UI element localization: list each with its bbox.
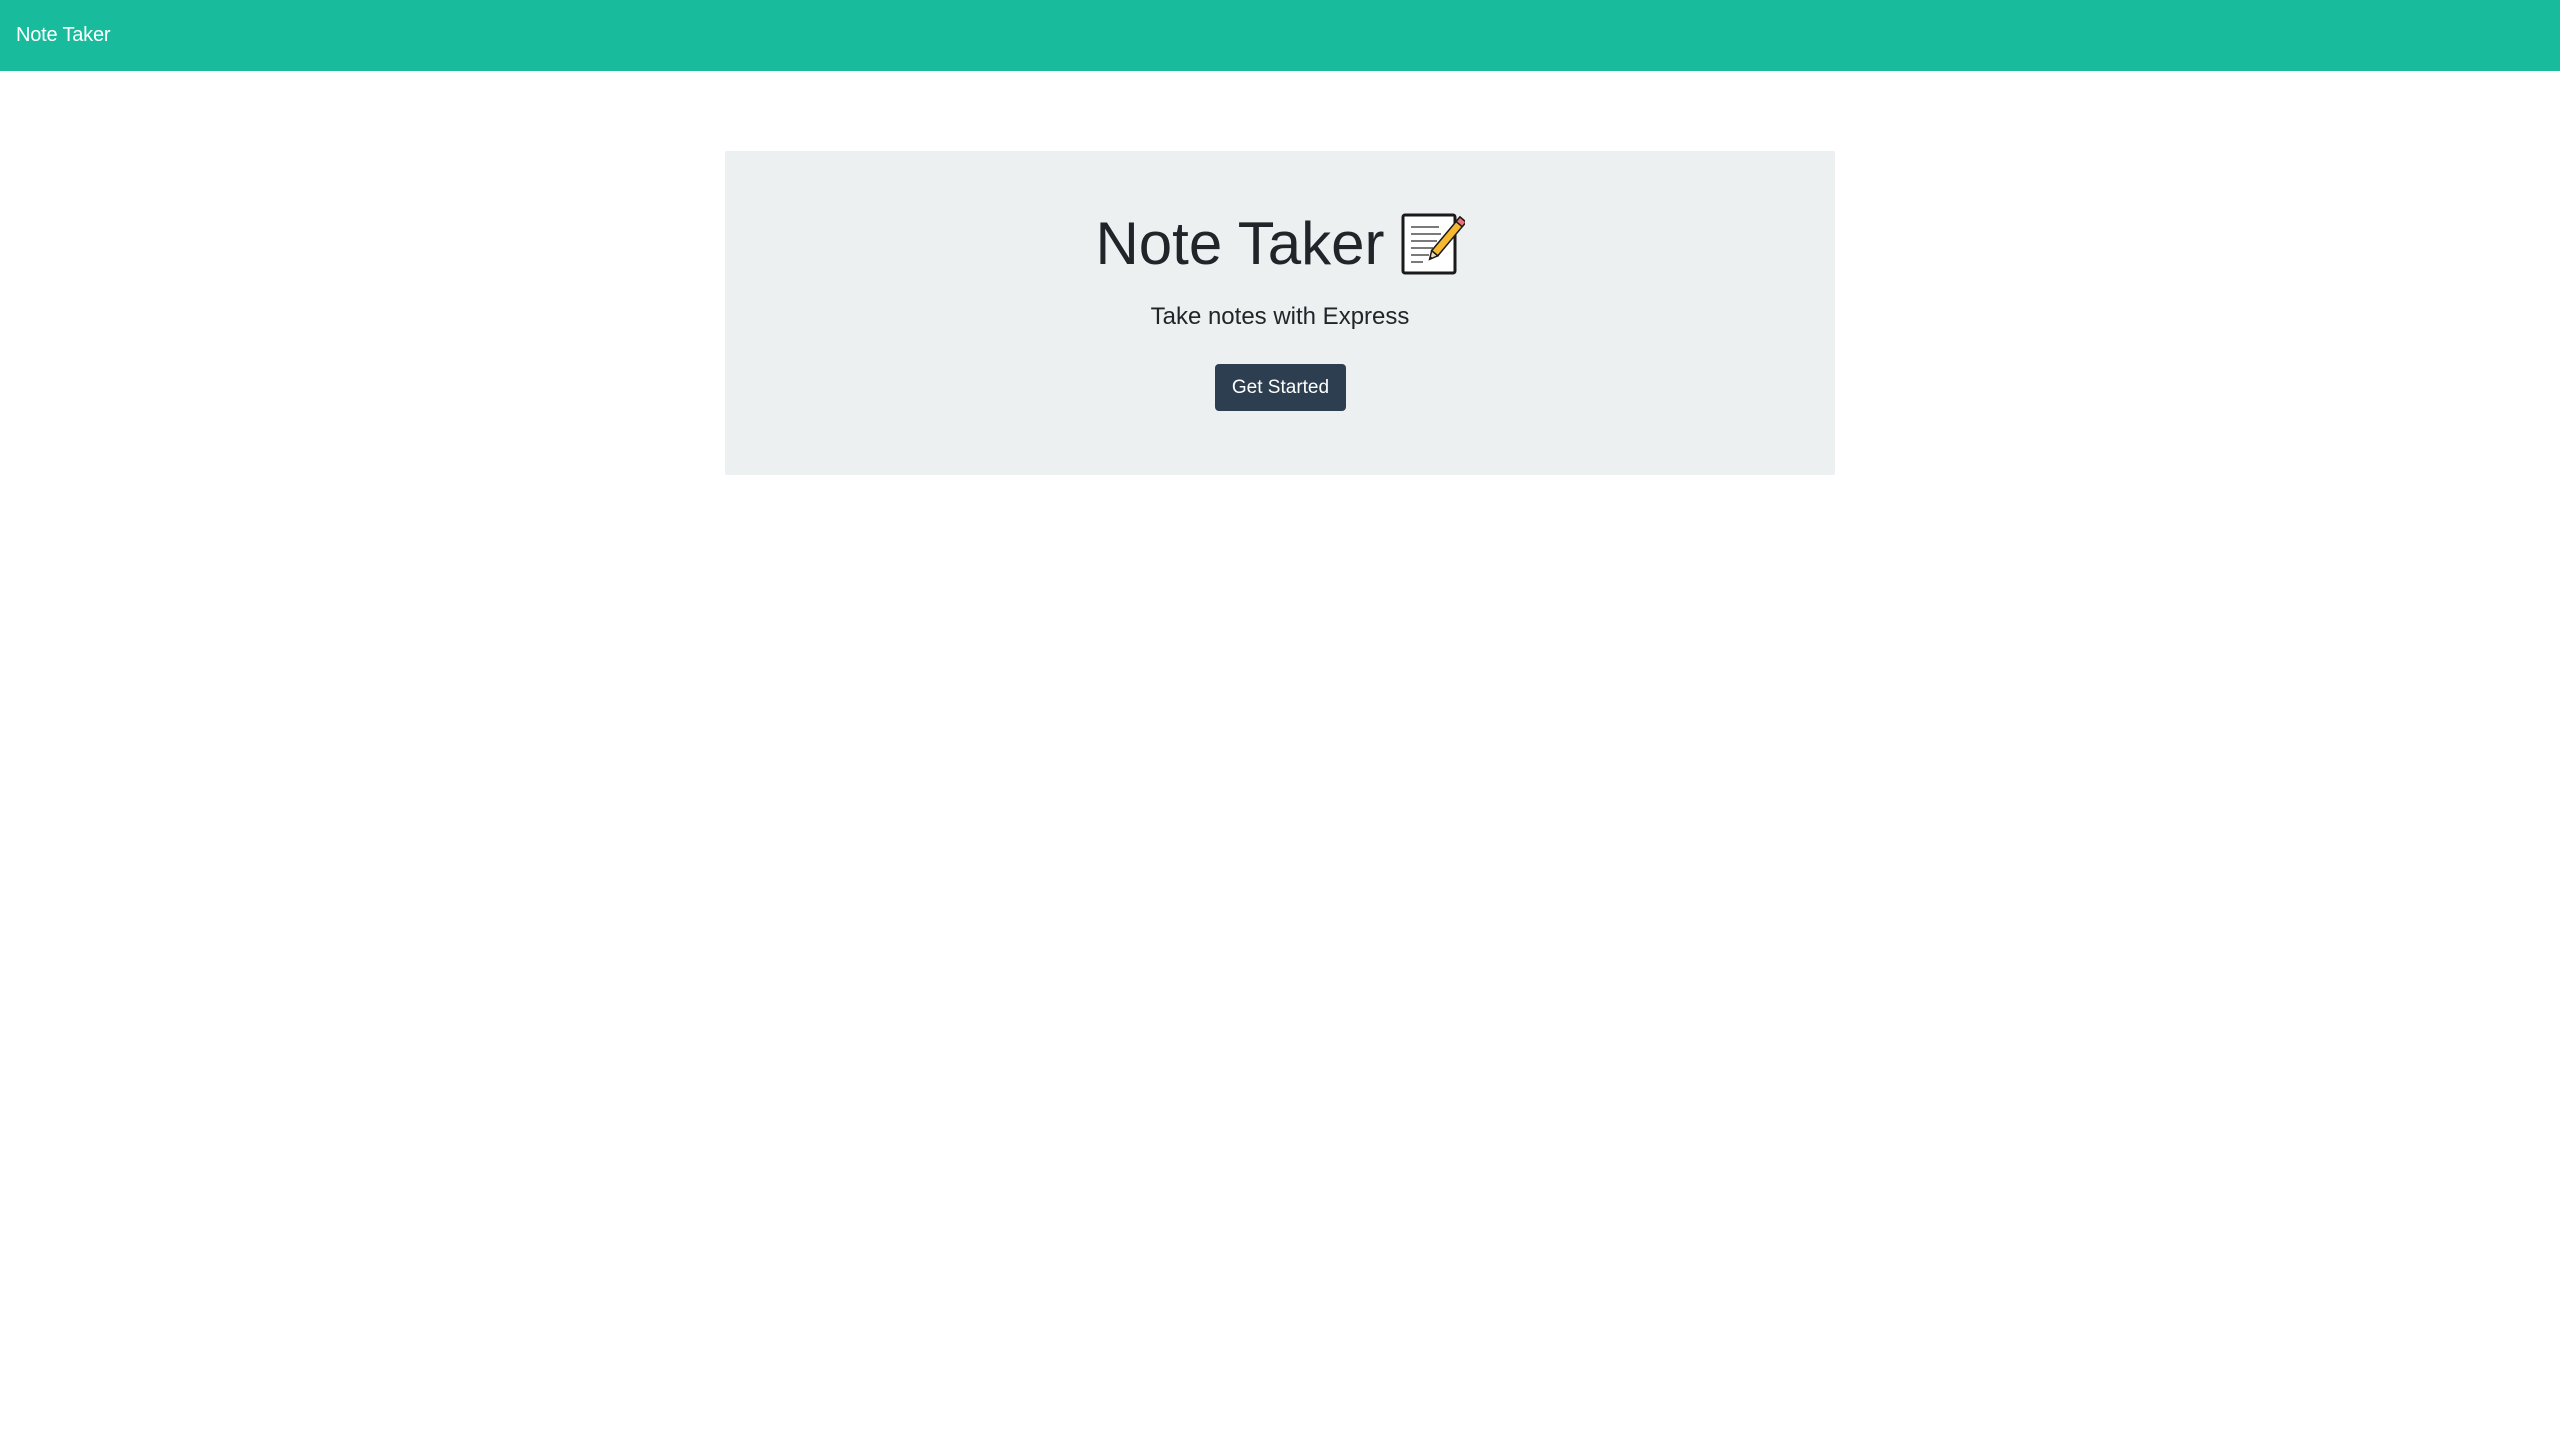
hero-panel: Note Taker Take notes with Express Get S… <box>725 151 1835 475</box>
get-started-button[interactable]: Get Started <box>1215 364 1346 411</box>
page-title: Note Taker <box>1095 210 1385 277</box>
memo-icon <box>1399 211 1467 277</box>
hero-subtitle: Take notes with Express <box>1150 303 1410 330</box>
navbar-brand-link[interactable]: Note Taker <box>16 24 111 47</box>
hero-title-row: Note Taker <box>725 211 1835 277</box>
navbar: Note Taker <box>0 0 2560 71</box>
